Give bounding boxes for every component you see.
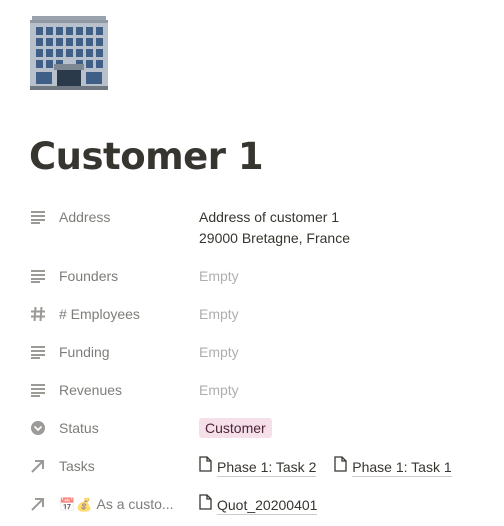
property-name-as-customer[interactable]: 📅💰 As a custo... (30, 494, 174, 514)
property-name-status[interactable]: Status (30, 418, 99, 438)
relation-item[interactable]: Phase 1: Task 1 (334, 456, 452, 478)
property-label: Founders (59, 268, 119, 284)
address-line-1: Address of customer 1 (199, 209, 340, 225)
page-title[interactable]: Customer 1 (29, 133, 264, 181)
funding-value[interactable]: Empty (199, 342, 239, 363)
property-name-revenues[interactable]: Revenues (30, 380, 122, 400)
property-label: Funding (59, 344, 110, 360)
hash-icon (30, 304, 50, 324)
property-label: Tasks (59, 458, 95, 474)
property-name-founders[interactable]: Founders (30, 266, 118, 286)
property-label: Address (59, 209, 111, 225)
property-label: Status (59, 420, 99, 436)
calendar-emoji: 📅 (59, 496, 76, 512)
relation-arrow-icon (30, 494, 50, 514)
text-lines-icon (30, 380, 50, 400)
status-value[interactable]: Customer (199, 418, 272, 439)
property-label: Revenues (59, 382, 123, 398)
address-value[interactable]: Address of customer 1 29000 Bretagne, Fr… (199, 207, 350, 249)
tasks-value[interactable]: Phase 1: Task 2 Phase 1: Task 1 (199, 456, 466, 478)
text-lines-icon (30, 266, 50, 286)
relation-item-label: Quot_20200401 (217, 496, 318, 515)
property-name-address[interactable]: Address (30, 207, 110, 227)
page-icon (199, 456, 212, 478)
select-chevron-icon (30, 418, 50, 438)
text-lines-icon (30, 342, 50, 362)
office-building-icon[interactable] (30, 14, 108, 90)
relation-arrow-icon (30, 456, 50, 476)
relation-item-label: Phase 1: Task 2 (217, 458, 317, 477)
revenues-value[interactable]: Empty (199, 380, 239, 401)
text-lines-icon (30, 207, 50, 227)
property-label-text: As a custo... (96, 495, 174, 512)
property-name-employees[interactable]: # Employees (30, 304, 140, 324)
property-label: # Employees (59, 306, 140, 322)
property-name-tasks[interactable]: Tasks (30, 456, 95, 476)
founders-value[interactable]: Empty (199, 266, 239, 287)
address-line-2: 29000 Bretagne, France (199, 230, 350, 246)
property-label: 📅💰 As a custo... (59, 494, 174, 515)
as-customer-value[interactable]: Quot_20200401 (199, 494, 331, 516)
relation-item[interactable]: Phase 1: Task 2 (199, 456, 317, 478)
page-icon (199, 494, 212, 516)
status-tag[interactable]: Customer (199, 418, 272, 438)
property-name-funding[interactable]: Funding (30, 342, 110, 362)
relation-item[interactable]: Quot_20200401 (199, 494, 318, 516)
page-icon (334, 456, 347, 478)
employees-value[interactable]: Empty (199, 304, 239, 325)
relation-item-label: Phase 1: Task 1 (352, 458, 452, 477)
money-bag-emoji: 💰 (76, 496, 93, 512)
